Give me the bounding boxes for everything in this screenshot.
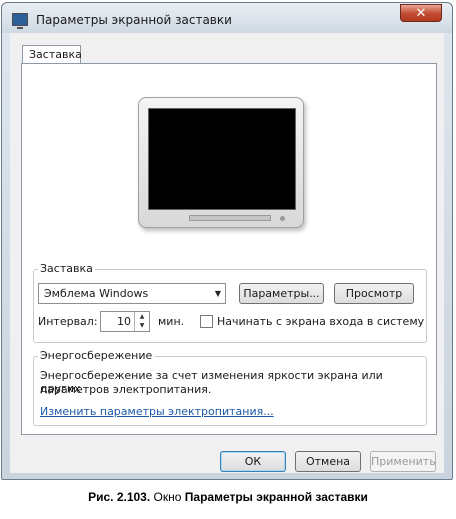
tab-screensaver[interactable]: Заставка: [22, 45, 82, 64]
power-group: Энергосбережение Энергосбережение за сче…: [33, 349, 427, 426]
ok-button[interactable]: ОК: [220, 451, 286, 472]
monitor-icon: [12, 13, 28, 29]
caption-number: Рис. 2.103.: [88, 490, 151, 504]
screensaver-group: Заставка Эмблема Windows ▼ Параметры... …: [33, 262, 427, 343]
monitor-power-led: [280, 216, 285, 221]
close-button[interactable]: ✕: [400, 4, 442, 22]
apply-button[interactable]: Применить: [370, 451, 436, 472]
screensaver-select[interactable]: Эмблема Windows ▼: [38, 283, 226, 304]
interval-spinner[interactable]: 10 ▲ ▼: [100, 311, 150, 332]
power-group-label: Энергосбережение: [38, 349, 155, 362]
window-title: Параметры экранной заставки: [36, 13, 232, 27]
monitor-slot: [189, 215, 271, 221]
preview-screen: [148, 108, 296, 210]
settings-button[interactable]: Параметры...: [239, 283, 324, 304]
screensaver-settings-window: Параметры экранной заставки ✕ Заставка З…: [1, 2, 453, 480]
power-description-line2: параметров электропитания.: [40, 383, 212, 396]
dialog-client-area: Заставка Заставка Эмблема Windows ▼ Пара…: [10, 33, 444, 473]
change-power-settings-link[interactable]: Изменить параметры электропитания...: [40, 405, 274, 418]
cancel-button[interactable]: Отмена: [295, 451, 361, 472]
screensaver-group-label: Заставка: [38, 262, 95, 275]
figure-caption: Рис. 2.103. Окно Параметры экранной заст…: [0, 490, 456, 504]
interval-label: Интервал:: [38, 315, 98, 328]
resume-logon-label[interactable]: Начинать с экрана входа в систему: [217, 315, 424, 328]
caption-title: Параметры экранной заставки: [184, 490, 368, 504]
interval-value: 10: [117, 315, 131, 328]
resume-logon-checkbox[interactable]: [200, 315, 213, 328]
interval-unit: мин.: [158, 315, 185, 328]
preview-button[interactable]: Просмотр: [334, 283, 414, 304]
title-bar[interactable]: Параметры экранной заставки ✕: [2, 3, 452, 33]
chevron-down-icon: ▼: [214, 289, 221, 298]
monitor-preview: [138, 97, 304, 228]
screensaver-selected-value: Эмблема Windows: [44, 287, 149, 300]
tab-panel: Заставка Эмблема Windows ▼ Параметры... …: [21, 63, 437, 435]
spinner-arrows-icon[interactable]: ▲ ▼: [134, 312, 149, 331]
caption-word: Окно: [153, 490, 182, 504]
